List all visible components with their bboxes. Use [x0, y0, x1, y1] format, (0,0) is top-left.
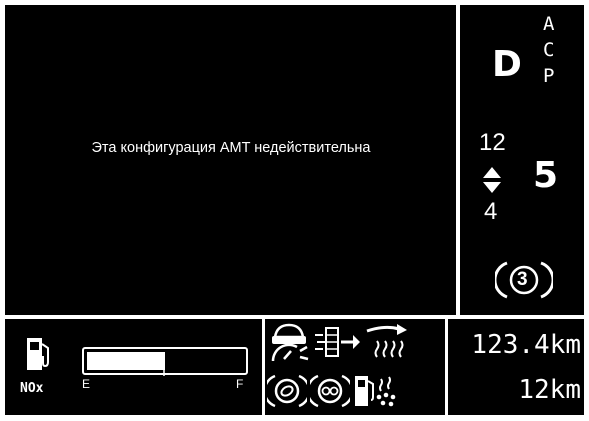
current-gear: 5 — [533, 155, 559, 196]
gear-option-c: C — [543, 39, 555, 61]
fuel-empty-label: E — [82, 377, 91, 391]
dpf-regeneration-icon — [313, 325, 361, 359]
fuel-level-fill — [87, 352, 165, 370]
bottom-divider-left — [262, 317, 265, 415]
gear-mode: D — [492, 44, 522, 85]
bottom-divider-right — [445, 317, 448, 415]
error-message: Эта конфигурация AMT недействительна — [91, 140, 371, 156]
cluster-display: Эта конфигурация AMT недействительна D A… — [5, 5, 584, 415]
exhaust-heat-icon — [365, 321, 409, 363]
vehicle-speed-limit-icon — [267, 321, 311, 363]
gear-option-a: A — [543, 13, 555, 35]
gear-badge-number: 3 — [517, 269, 528, 290]
nox-label: NOx — [20, 381, 44, 396]
vertical-divider — [456, 5, 460, 315]
tire-pressure-icon — [310, 372, 350, 410]
brake-system-icon — [267, 372, 307, 410]
gear-badge-icon: 3 — [495, 260, 553, 300]
lower-gear: 4 — [484, 198, 498, 225]
gear-up-down-arrows-icon — [482, 166, 502, 194]
horizontal-divider — [5, 315, 584, 319]
range-readout: 12km — [518, 375, 581, 405]
fuel-pump-icon — [25, 336, 53, 372]
fuel-filter-icon — [353, 373, 399, 409]
odometer-readout: 123.4km — [471, 330, 581, 360]
upper-gear: 12 — [479, 129, 506, 156]
fuel-gauge-bar — [80, 345, 248, 376]
gear-option-p: P — [543, 65, 555, 87]
fuel-full-label: F — [236, 377, 244, 391]
